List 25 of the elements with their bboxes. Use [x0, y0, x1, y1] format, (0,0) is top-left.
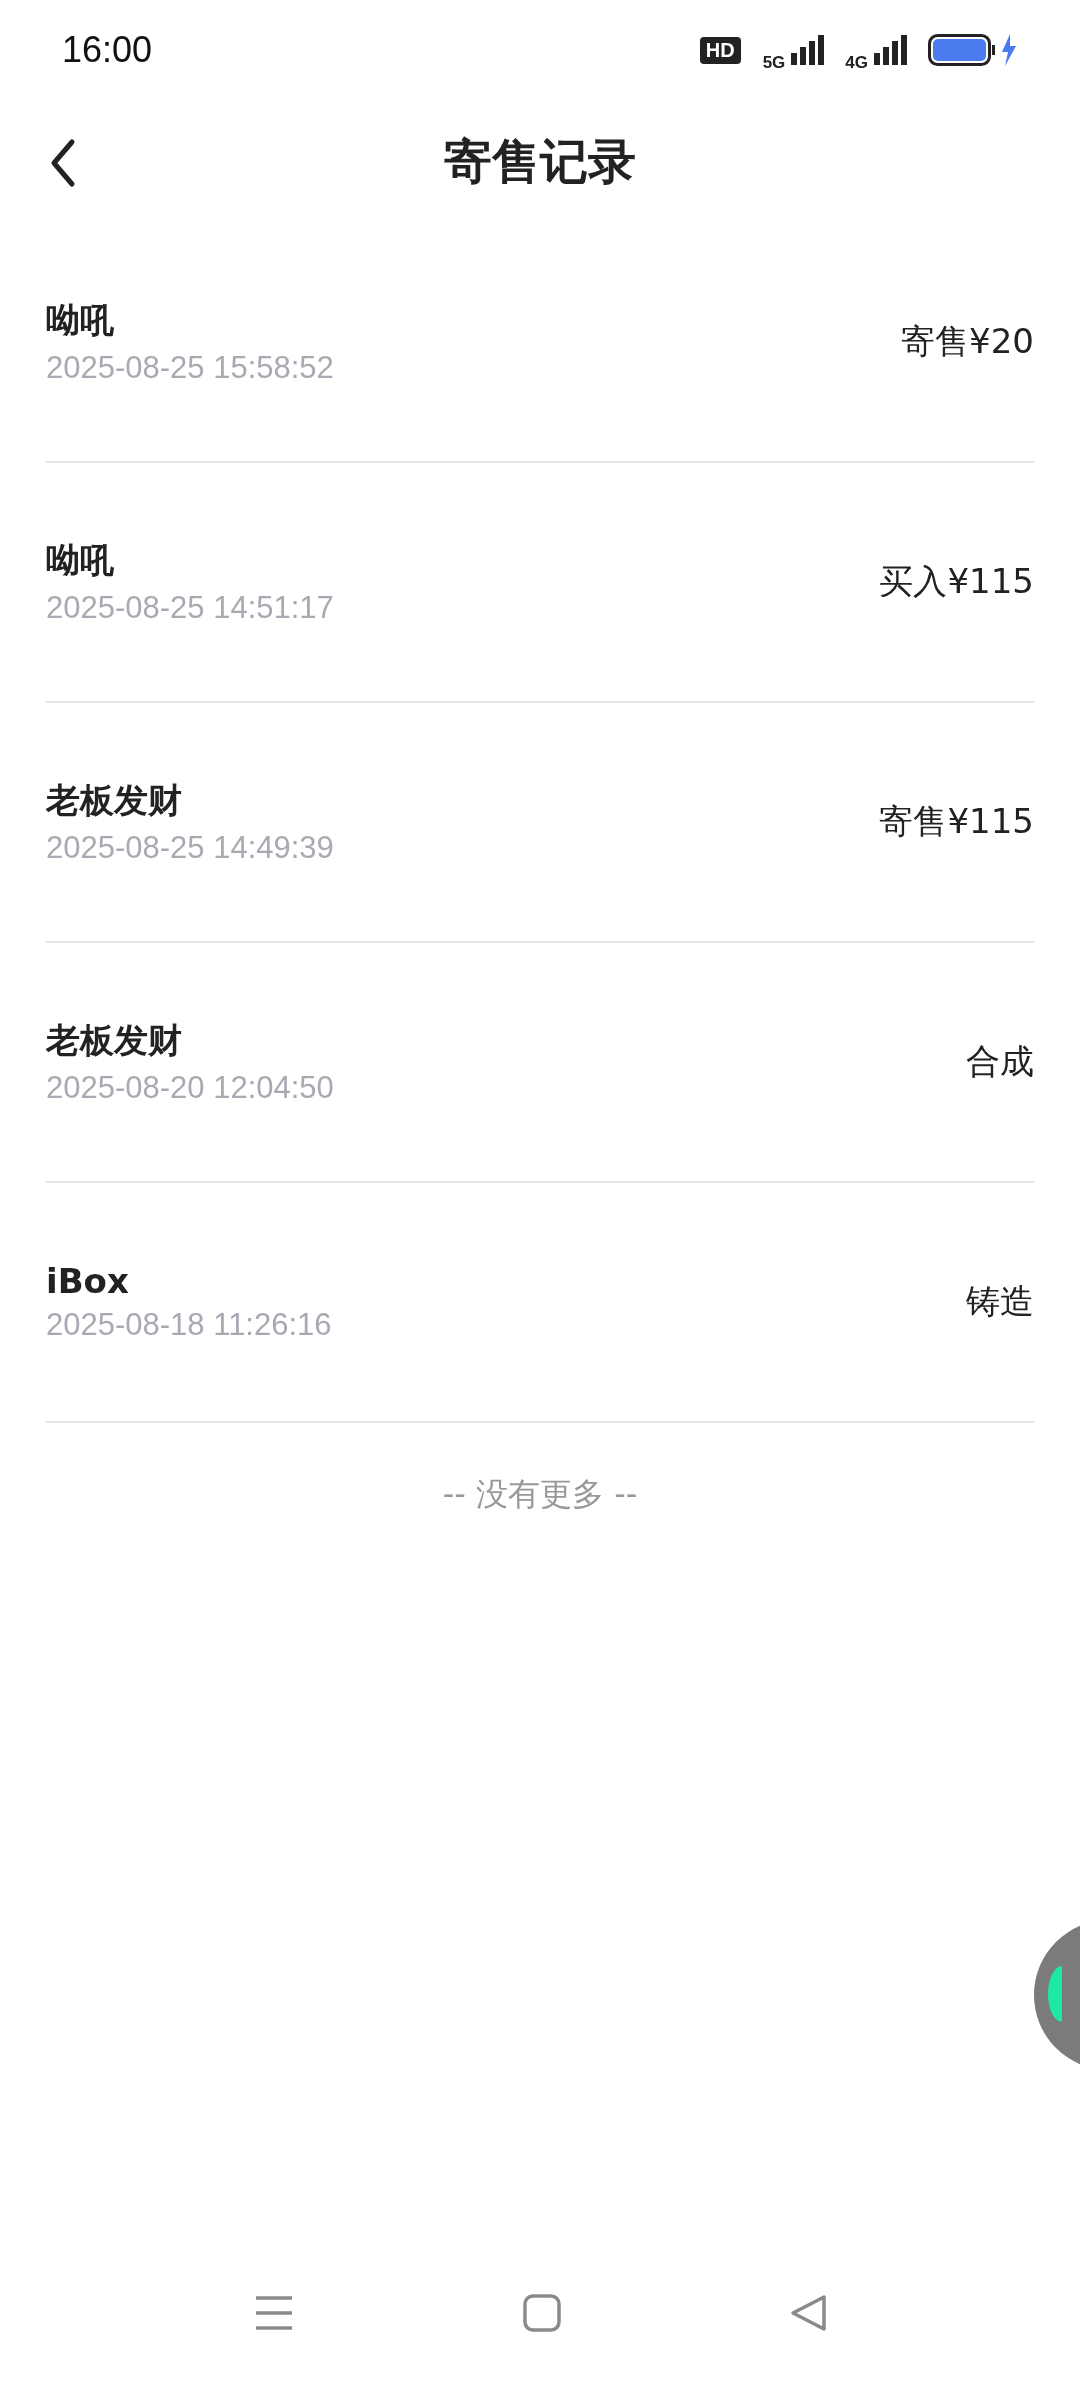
record-time: 2025-08-25 14:51:17	[46, 590, 334, 626]
signal-icon	[874, 35, 908, 65]
record-action: 合成	[966, 1040, 1034, 1083]
network-label: 5G	[762, 53, 786, 73]
signal-icon	[791, 35, 826, 65]
no-more-text: -- 没有更多 --	[441, 1474, 639, 1515]
network-label: 4G	[845, 53, 868, 73]
record-name: 老板发财	[46, 779, 183, 822]
record-action: 寄售¥115	[879, 800, 1034, 843]
record-time: 2025-08-20 12:04:50	[46, 1070, 334, 1106]
home-icon[interactable]	[523, 2294, 561, 2332]
record-name: 老板发财	[46, 1019, 183, 1062]
hd-badge: HD	[699, 36, 741, 64]
status-time: 16:00	[62, 29, 153, 71]
record-time: 2025-08-25 15:58:52	[46, 350, 334, 386]
record-time: 2025-08-25 14:49:39	[46, 830, 334, 866]
record-time: 2025-08-18 11:26:16	[46, 1307, 332, 1343]
record-name: 呦吼	[46, 299, 115, 342]
record-action: 铸造	[966, 1280, 1034, 1323]
record-name: iBox	[46, 1261, 130, 1301]
page-title: 寄售记录	[444, 131, 636, 191]
record-name: 呦吼	[46, 539, 115, 582]
record-action: 寄售¥20	[901, 320, 1034, 363]
menu-icon[interactable]	[254, 2295, 294, 2331]
record-action: 买入¥115	[879, 560, 1034, 603]
